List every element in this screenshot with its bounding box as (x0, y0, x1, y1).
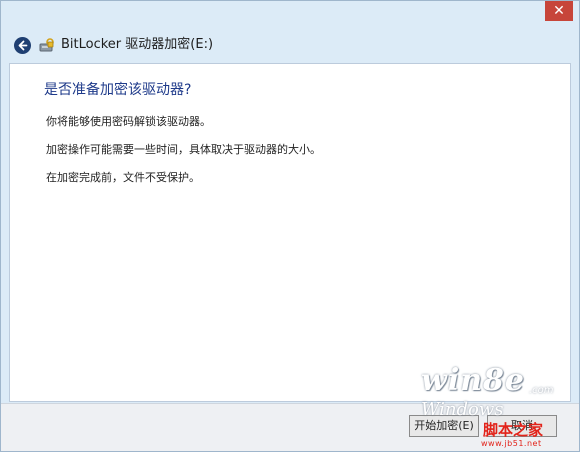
window-title: BitLocker 驱动器加密(E:) (61, 37, 214, 52)
watermark-jb51-url: www.jb51.net (481, 439, 542, 448)
watermark-jb51-name: 脚本之家 (483, 421, 544, 439)
watermark-win8e-suffix: .com (529, 385, 554, 396)
back-button[interactable] (14, 37, 31, 54)
watermark-windows-text: Windows (421, 399, 504, 420)
watermark-win8e-logo: win8e (421, 363, 525, 398)
content-panel: 是否准备加密该驱动器? 你将能够使用密码解锁该驱动器。 加密操作可能需要一些时间… (9, 63, 571, 402)
back-arrow-icon (18, 40, 28, 51)
info-text-duration: 加密操作可能需要一些时间，具体取决于驱动器的大小。 (46, 143, 321, 156)
close-icon: ✕ (553, 3, 565, 19)
info-text-protection: 在加密完成前，文件不受保护。 (46, 171, 200, 184)
info-text-unlock: 你将能够使用密码解锁该驱动器。 (46, 115, 211, 128)
page-heading: 是否准备加密该驱动器? (44, 82, 192, 98)
navigation-bar: BitLocker 驱动器加密(E:) (1, 29, 579, 63)
bitlocker-drive-icon (39, 38, 54, 52)
close-button[interactable]: ✕ (545, 1, 573, 21)
bitlocker-window: ✕ BitLocker 驱动器加密(E:) 是否准备加密该驱动器? 你将能够使用… (0, 0, 580, 452)
title-bar: ✕ (1, 1, 579, 29)
